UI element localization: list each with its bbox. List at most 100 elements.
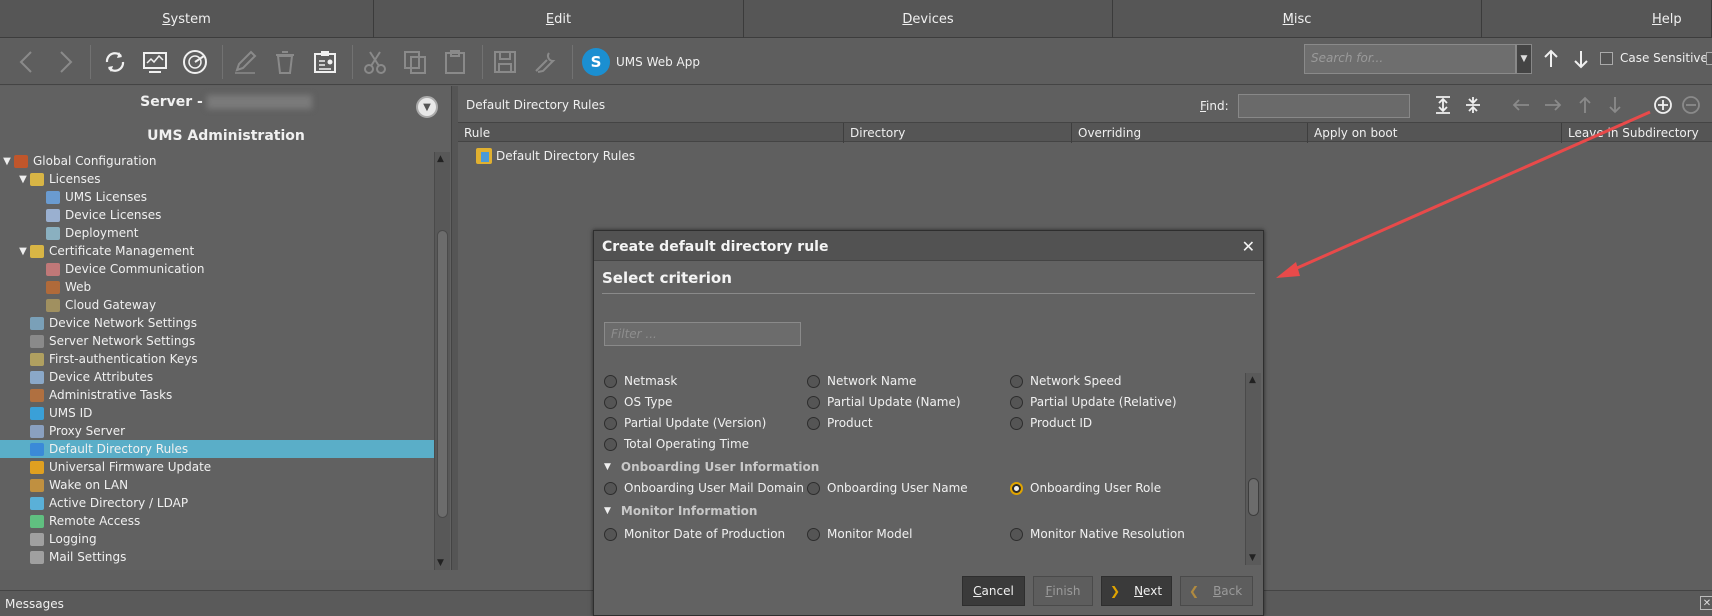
move-up-icon[interactable]: [1574, 94, 1596, 116]
criterion-option[interactable]: Monitor Date of Production: [604, 527, 785, 541]
copy-icon[interactable]: [398, 45, 432, 79]
tree-item-device-network-settings[interactable]: Device Network Settings: [0, 314, 434, 332]
criterion-option[interactable]: OS Type: [604, 395, 672, 409]
criterion-option[interactable]: Onboarding User Role: [1010, 481, 1161, 495]
expand-toggle-icon[interactable]: ▼: [16, 174, 30, 185]
tree-scrollbar[interactable]: ▲ ▼: [434, 152, 450, 570]
radio-button[interactable]: [1010, 395, 1023, 409]
save-icon[interactable]: [488, 45, 522, 79]
case-sensitive-checkbox[interactable]: [1600, 52, 1613, 65]
tree-item-ums-licenses[interactable]: UMS Licenses: [0, 188, 434, 206]
criterion-option[interactable]: Netmask: [604, 374, 677, 388]
column-apply-on-boot[interactable]: Apply on boot: [1308, 123, 1562, 143]
criterion-option[interactable]: Partial Update (Version): [604, 416, 766, 430]
monitor-icon[interactable]: [138, 45, 172, 79]
criterion-option[interactable]: Total Operating Time: [604, 437, 749, 451]
collapse-triangle-icon[interactable]: ▼: [604, 506, 611, 516]
expand-all-icon[interactable]: [1432, 94, 1454, 116]
menu-misc[interactable]: Misc: [1113, 0, 1482, 38]
remove-rule-icon[interactable]: [1680, 94, 1702, 116]
tree-item-first-authentication-keys[interactable]: First-authentication Keys: [0, 350, 434, 368]
tree-scroll-thumb[interactable]: [437, 230, 448, 518]
close-icon[interactable]: ✕: [1700, 596, 1712, 610]
dialog-titlebar[interactable]: Create default directory rule ✕: [594, 231, 1263, 261]
properties-icon[interactable]: [308, 45, 342, 79]
expand-toggle-icon[interactable]: ▼: [0, 156, 14, 167]
dialog-scrollbar[interactable]: ▲ ▼: [1245, 373, 1261, 565]
tree-item-universal-firmware-update[interactable]: Universal Firmware Update: [0, 458, 434, 476]
radio-button[interactable]: [807, 481, 820, 495]
tree-item-wake-on-lan[interactable]: Wake on LAN: [0, 476, 434, 494]
search-dropdown-button[interactable]: ▼: [1516, 44, 1532, 74]
menu-edit[interactable]: Edit: [374, 0, 744, 38]
criterion-option[interactable]: Partial Update (Name): [807, 395, 961, 409]
back-button[interactable]: ❮ Back: [1180, 576, 1253, 606]
search-input[interactable]: Search for...: [1304, 44, 1516, 74]
move-left-icon[interactable]: [1510, 94, 1532, 116]
menu-system[interactable]: System: [0, 0, 374, 38]
tree-item-server-network-settings[interactable]: Server Network Settings: [0, 332, 434, 350]
tree-item-proxy-server[interactable]: Proxy Server: [0, 422, 434, 440]
dialog-scroll-thumb[interactable]: [1248, 478, 1259, 516]
criterion-option[interactable]: Network Speed: [1010, 374, 1122, 388]
tree-item-device-attributes[interactable]: Device Attributes: [0, 368, 434, 386]
close-icon[interactable]: ✕: [1242, 237, 1255, 256]
ums-web-app-button[interactable]: S UMS Web App: [582, 47, 700, 77]
cancel-button[interactable]: Cancel: [962, 576, 1025, 606]
criterion-option[interactable]: Partial Update (Relative): [1010, 395, 1177, 409]
tree-item-web[interactable]: Web: [0, 278, 434, 296]
criterion-option[interactable]: Network Name: [807, 374, 916, 388]
menu-devices[interactable]: Devices: [744, 0, 1113, 38]
find-input[interactable]: [1238, 94, 1410, 118]
filter-input[interactable]: Filter ...: [604, 322, 801, 346]
scroll-up-icon[interactable]: ▲: [1249, 375, 1256, 385]
radio-button[interactable]: [807, 374, 820, 388]
expand-toggle-icon[interactable]: ▼: [16, 246, 30, 257]
tree-item-administrative-tasks[interactable]: Administrative Tasks: [0, 386, 434, 404]
search-down-arrow-icon[interactable]: [1570, 47, 1592, 71]
column-rule[interactable]: Rule: [458, 123, 844, 143]
radio-button[interactable]: [604, 437, 617, 451]
radar-icon[interactable]: [178, 45, 212, 79]
column-leave-in-subdirectory[interactable]: Leave in Subdirectory: [1562, 123, 1712, 143]
radio-button[interactable]: [604, 374, 617, 388]
tree-item-global-configuration[interactable]: ▼ Global Configuration: [0, 152, 434, 170]
criterion-option[interactable]: Monitor Native Resolution: [1010, 527, 1185, 541]
search-up-arrow-icon[interactable]: [1540, 47, 1562, 71]
radio-button[interactable]: [604, 481, 617, 495]
radio-button[interactable]: [807, 395, 820, 409]
paste-icon[interactable]: [438, 45, 472, 79]
add-rule-icon[interactable]: [1652, 94, 1674, 116]
criterion-option[interactable]: Monitor Model: [807, 527, 912, 541]
finish-button[interactable]: Finish: [1033, 576, 1093, 606]
move-down-icon[interactable]: [1604, 94, 1626, 116]
radio-selected[interactable]: [1010, 481, 1023, 495]
group-onboarding-user-information[interactable]: ▼ Onboarding User Information: [604, 460, 819, 474]
refresh-icon[interactable]: [98, 45, 132, 79]
tools-icon[interactable]: [528, 45, 562, 79]
column-directory[interactable]: Directory: [844, 123, 1072, 143]
radio-button[interactable]: [1010, 416, 1023, 430]
radio-button[interactable]: [604, 416, 617, 430]
column-overriding[interactable]: Overriding: [1072, 123, 1308, 143]
tree-item-licenses[interactable]: ▼ Licenses: [0, 170, 434, 188]
scroll-up-icon[interactable]: ▲: [437, 154, 444, 164]
tree-item-mail-settings[interactable]: Mail Settings: [0, 548, 434, 566]
collapse-triangle-icon[interactable]: ▼: [604, 462, 611, 472]
radio-button[interactable]: [1010, 374, 1023, 388]
tree-item-deployment[interactable]: Deployment: [0, 224, 434, 242]
scroll-down-icon[interactable]: ▼: [437, 558, 444, 568]
radio-button[interactable]: [1010, 527, 1023, 541]
radio-button[interactable]: [807, 416, 820, 430]
delete-icon[interactable]: [268, 45, 302, 79]
criterion-option[interactable]: Product ID: [1010, 416, 1092, 430]
tree-item-remote-access[interactable]: Remote Access: [0, 512, 434, 530]
move-right-icon[interactable]: [1542, 94, 1564, 116]
forward-icon[interactable]: [48, 45, 82, 79]
edit-icon[interactable]: [228, 45, 262, 79]
tree-item-device-licenses[interactable]: Device Licenses: [0, 206, 434, 224]
tree-item-active-directory-ldap[interactable]: Active Directory / LDAP: [0, 494, 434, 512]
criterion-option[interactable]: Onboarding User Name: [807, 481, 968, 495]
tree-item-certificate-management[interactable]: ▼ Certificate Management: [0, 242, 434, 260]
menu-help-label[interactable]: Help: [1652, 12, 1682, 27]
